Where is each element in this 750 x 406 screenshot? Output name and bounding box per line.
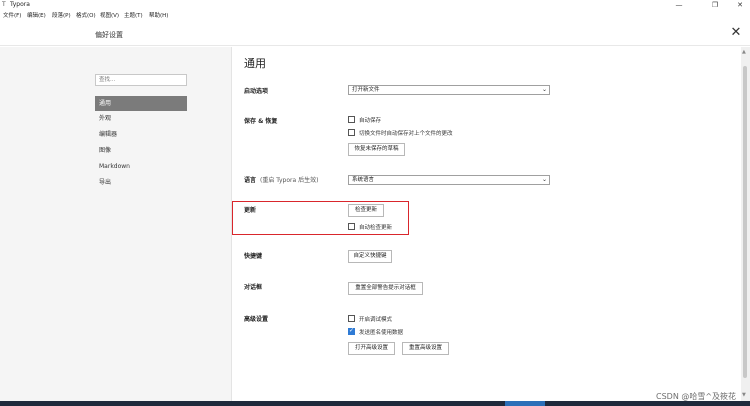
search-input[interactable] bbox=[95, 74, 187, 86]
startup-select[interactable]: 打开新文件 ⌄ bbox=[348, 85, 550, 95]
menu-help[interactable]: 帮助(H) bbox=[149, 11, 168, 19]
menu-theme[interactable]: 主题(T) bbox=[124, 11, 143, 19]
language-select[interactable]: 系统语言 ⌄ bbox=[348, 175, 550, 185]
chevron-down-icon: ⌄ bbox=[541, 86, 547, 93]
auto-update-option[interactable]: 自动检查更新 bbox=[348, 223, 392, 231]
menu-file[interactable]: 文件(F) bbox=[3, 11, 21, 19]
menu-bar: 文件(F) 编辑(E) 段落(P) 格式(O) 视图(V) 主题(T) 帮助(H… bbox=[0, 10, 750, 21]
usage-data-checkbox[interactable] bbox=[348, 327, 355, 335]
autosave-checkbox[interactable] bbox=[348, 116, 355, 123]
auto-update-checkbox[interactable] bbox=[348, 223, 355, 230]
custom-shortcut-button[interactable]: 自定义快捷键 bbox=[348, 250, 392, 263]
sidebar-item-export[interactable]: 导出 bbox=[95, 175, 187, 190]
sidebar-item-appearance[interactable]: 外观 bbox=[95, 111, 187, 126]
window-title: Typora bbox=[10, 1, 30, 8]
scrollbar-thumb[interactable] bbox=[743, 66, 747, 378]
title-bar: T Typora — ❐ ✕ bbox=[0, 0, 750, 10]
save-on-switch-label: 切换文件时自动保存对上个文件的更改 bbox=[359, 131, 453, 137]
save-on-switch-checkbox[interactable] bbox=[348, 129, 355, 136]
autosave-label: 自动保存 bbox=[359, 118, 382, 124]
startup-select-value: 打开新文件 bbox=[352, 87, 380, 93]
menu-edit[interactable]: 编辑(E) bbox=[27, 11, 46, 19]
sidebar-item-general[interactable]: 通用 bbox=[95, 96, 187, 111]
language-select-value: 系统语言 bbox=[352, 177, 375, 183]
debug-mode-checkbox[interactable] bbox=[348, 315, 355, 322]
section-title: 通用 bbox=[244, 57, 266, 70]
usage-data-option[interactable]: 发送匿名使用数据 bbox=[348, 327, 404, 336]
save-label: 保存 & 恢复 bbox=[244, 118, 278, 125]
auto-update-label: 自动检查更新 bbox=[359, 225, 393, 231]
reset-dialogs-button[interactable]: 重置全部警告提示对话框 bbox=[348, 282, 423, 295]
sidebar-item-editor[interactable]: 编辑器 bbox=[95, 127, 187, 142]
open-advanced-button[interactable]: 打开高级设置 bbox=[348, 342, 395, 355]
menu-paragraph[interactable]: 段落(P) bbox=[52, 11, 71, 19]
close-icon[interactable]: ✕ bbox=[728, 25, 744, 41]
preferences-header: 偏好设置 ✕ bbox=[0, 22, 750, 46]
taskbar bbox=[0, 401, 750, 406]
startup-label: 启动选项 bbox=[244, 88, 269, 95]
minimize-icon[interactable]: — bbox=[671, 0, 687, 10]
menu-format[interactable]: 格式(O) bbox=[76, 11, 96, 19]
typora-logo-icon: T bbox=[2, 1, 6, 8]
chevron-down-icon: ⌄ bbox=[541, 176, 547, 183]
taskbar-active-item[interactable] bbox=[505, 401, 545, 406]
autosave-option[interactable]: 自动保存 bbox=[348, 116, 381, 124]
scroll-down-icon[interactable]: ▼ bbox=[742, 392, 746, 398]
check-update-button[interactable]: 检查更新 bbox=[348, 204, 384, 217]
window-close-icon[interactable]: ✕ bbox=[732, 0, 748, 10]
advanced-label: 高级设置 bbox=[244, 316, 269, 323]
shortcut-label: 快捷键 bbox=[244, 253, 263, 260]
usage-data-label: 发送匿名使用数据 bbox=[359, 330, 404, 336]
recover-drafts-button[interactable]: 恢复未保存的草稿 bbox=[348, 143, 405, 156]
language-label-text: 语言 bbox=[244, 177, 257, 184]
scroll-up-icon[interactable]: ▲ bbox=[742, 49, 746, 55]
language-label: 语言 (重启 Typora 后生效) bbox=[244, 175, 318, 184]
sidebar-item-markdown[interactable]: Markdown bbox=[95, 159, 187, 174]
save-on-switch-option[interactable]: 切换文件时自动保存对上个文件的更改 bbox=[348, 129, 453, 137]
update-label: 更新 bbox=[244, 207, 257, 214]
debug-mode-label: 开启调试模式 bbox=[359, 317, 393, 323]
dialog-label: 对话框 bbox=[244, 284, 263, 291]
reset-advanced-button[interactable]: 重置高级设置 bbox=[402, 342, 449, 355]
menu-view[interactable]: 视图(V) bbox=[100, 11, 119, 19]
restore-icon[interactable]: ❐ bbox=[707, 0, 723, 10]
language-hint: (重启 Typora 后生效) bbox=[260, 177, 319, 184]
sidebar-item-image[interactable]: 图像 bbox=[95, 143, 187, 158]
preferences-title: 偏好设置 bbox=[95, 31, 123, 39]
debug-mode-option[interactable]: 开启调试模式 bbox=[348, 315, 392, 323]
